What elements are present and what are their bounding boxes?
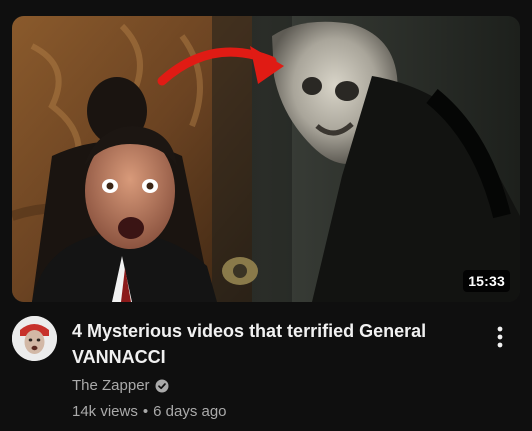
- video-title[interactable]: 4 Mysterious videos that terrified Gener…: [72, 318, 467, 370]
- duration-badge: 15:33: [463, 270, 510, 292]
- video-thumbnail[interactable]: 15:33: [12, 16, 520, 302]
- channel-name-row[interactable]: The Zapper: [72, 377, 169, 394]
- video-stats: 14k views • 6 days ago: [72, 403, 227, 420]
- verified-check-icon: [155, 379, 169, 392]
- upload-age: 6 days ago: [153, 403, 227, 420]
- video-meta: 4 Mysterious videos that terrified Gener…: [12, 316, 520, 426]
- more-actions-button[interactable]: [488, 322, 512, 352]
- thumbnail-image: [12, 16, 520, 302]
- channel-name[interactable]: The Zapper: [72, 377, 150, 394]
- stats-separator: •: [142, 403, 149, 420]
- video-card: 15:33 4 Mysterious videos that terrified…: [0, 0, 532, 431]
- more-vertical-icon: [497, 326, 503, 348]
- avatar-image: [12, 316, 57, 361]
- channel-avatar[interactable]: [12, 316, 57, 361]
- view-count: 14k views: [72, 403, 138, 420]
